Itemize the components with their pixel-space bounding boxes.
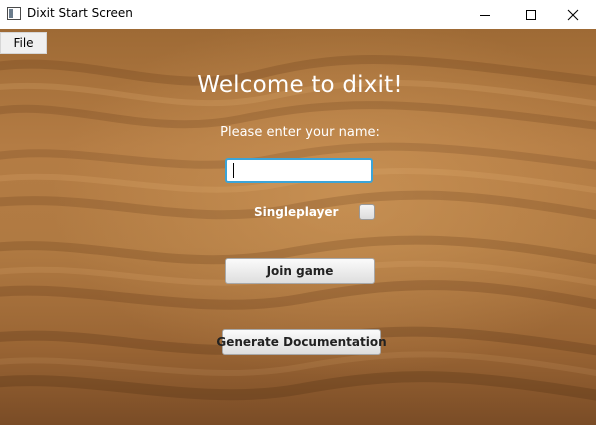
name-prompt-label: Please enter your name: [220,125,380,140]
maximize-icon [526,9,536,20]
close-button[interactable] [550,0,596,29]
welcome-heading: Welcome to dixit! [197,72,403,98]
dixit-start-window: Dixit Start Screen File Welcome to dixit… [0,0,596,425]
player-name-input[interactable] [225,158,373,183]
generate-documentation-button[interactable]: Generate Documentation [216,329,387,355]
join-game-button[interactable]: Join game [225,258,375,284]
minimize-icon [480,14,490,16]
menu-file[interactable]: File [0,32,47,54]
window-title: Dixit Start Screen [27,6,133,20]
minimize-button[interactable] [462,0,508,29]
app-icon [7,7,21,20]
singleplayer-label: Singleplayer [254,205,339,219]
maximize-button[interactable] [508,0,554,29]
singleplayer-checkbox[interactable] [359,204,375,220]
text-caret [233,163,234,178]
start-screen-content: File Welcome to dixit! Please enter your… [0,29,596,425]
close-icon [567,9,579,20]
title-bar: Dixit Start Screen [0,0,596,29]
